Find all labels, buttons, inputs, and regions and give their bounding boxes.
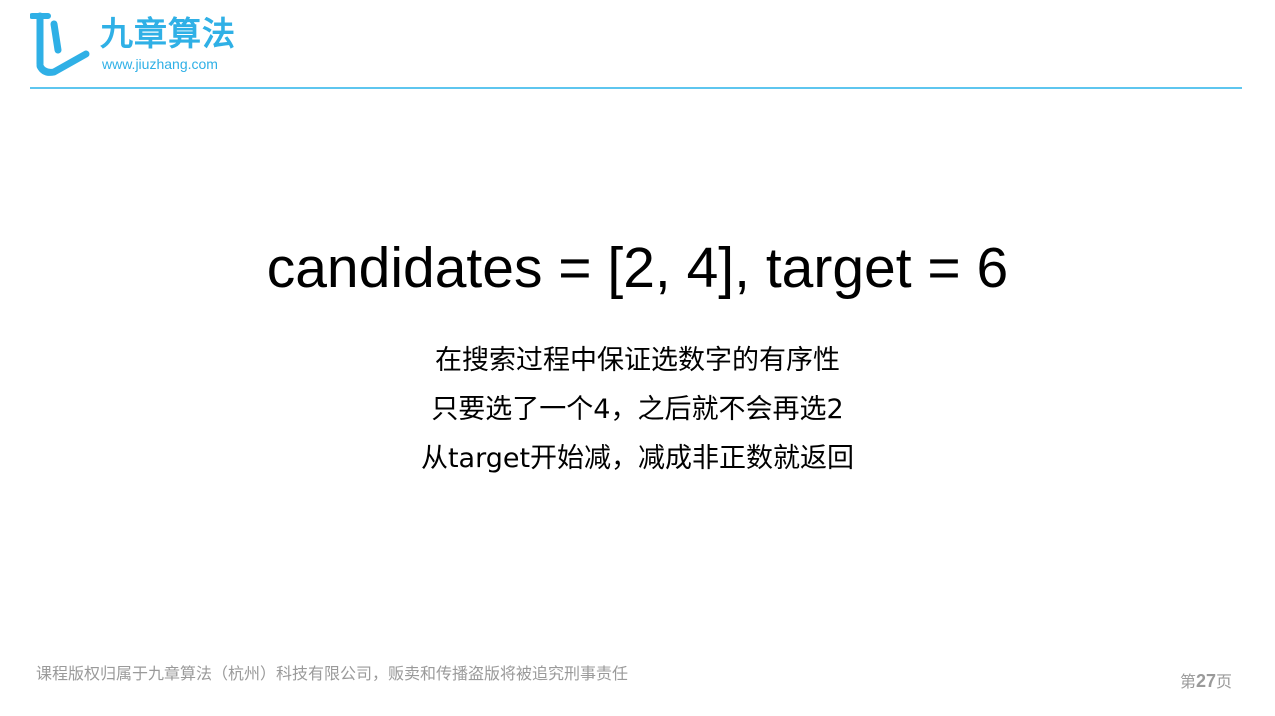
page-prefix: 第	[1179, 672, 1196, 691]
page-suffix: 页	[1215, 672, 1232, 691]
copyright-notice: 课程版权归属于九章算法（杭州）科技有限公司，贩卖和传播盗版将被追究刑事责任	[36, 664, 629, 683]
slide-notes: 在搜索过程中保证选数字的有序性 只要选了一个4，之后就不会再选2 从target…	[0, 336, 1275, 483]
note-line-1: 在搜索过程中保证选数字的有序性	[435, 345, 840, 376]
slide-title: candidates = [2, 4], target = 6	[266, 236, 1009, 300]
brand-name: 九章算法	[100, 14, 236, 53]
page-number: 27	[1195, 671, 1216, 691]
header-divider	[30, 87, 1242, 89]
jiuzhang-logo-icon	[30, 12, 90, 76]
note-line-2: 只要选了一个4，之后就不会再选2	[431, 394, 844, 425]
note-line-3: 从target开始减，减成非正数就返回	[420, 443, 855, 474]
logo: 九章算法 www.jiuzhang.com	[30, 8, 270, 80]
brand-url: www.jiuzhang.com	[102, 56, 218, 72]
page-indicator: 第27页	[1180, 670, 1232, 693]
